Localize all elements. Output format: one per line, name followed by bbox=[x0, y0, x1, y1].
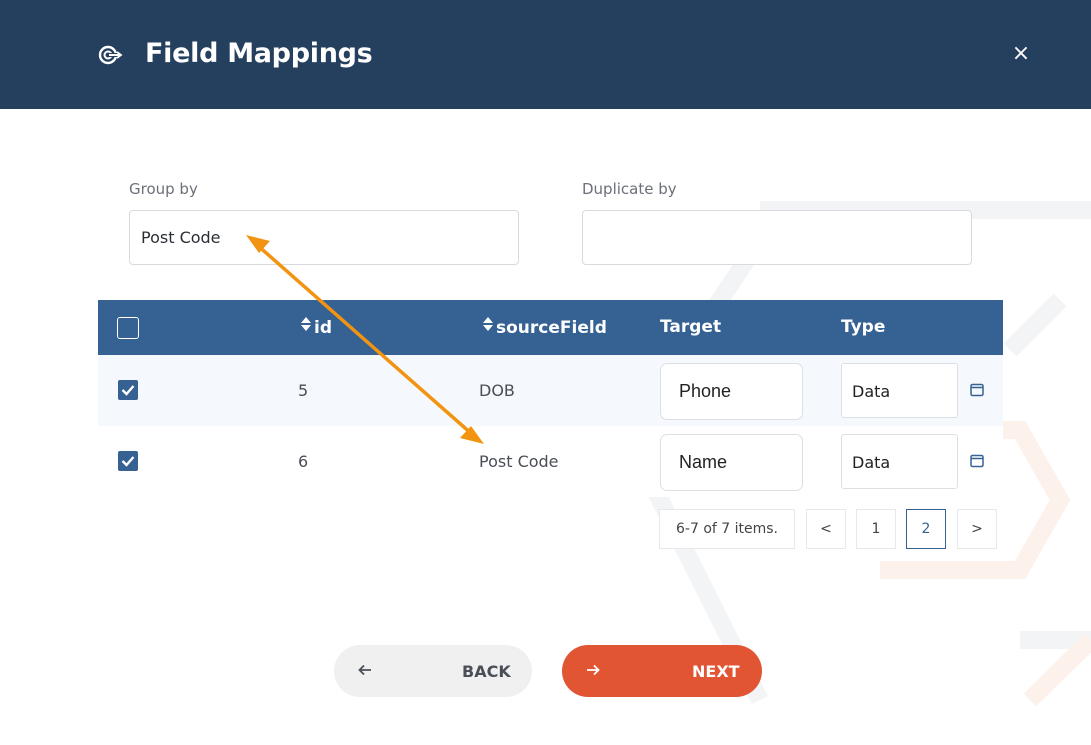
arrow-right-icon bbox=[587, 664, 600, 676]
checkmark-icon bbox=[121, 385, 135, 396]
row-checkbox[interactable] bbox=[118, 451, 138, 471]
calendar-icon[interactable] bbox=[970, 454, 984, 468]
select-all-checkbox[interactable] bbox=[117, 317, 139, 339]
column-header-target: Target bbox=[660, 317, 722, 337]
row-checkbox[interactable] bbox=[118, 380, 138, 400]
cell-id: 6 bbox=[298, 452, 309, 471]
target-field-input[interactable]: Name bbox=[660, 434, 803, 491]
target-field-input[interactable]: Phone bbox=[660, 363, 803, 420]
sort-icon bbox=[301, 317, 311, 331]
modal-title: Field Mappings bbox=[145, 38, 373, 69]
cell-source-field: Post Code bbox=[479, 452, 559, 471]
type-field-input[interactable]: Data bbox=[841, 434, 958, 489]
table-header: id sourceField Target Type bbox=[98, 300, 1003, 355]
next-button-label: NEXT bbox=[692, 662, 740, 681]
group-by-label: Group by bbox=[129, 180, 198, 198]
group-by-input[interactable] bbox=[129, 210, 519, 265]
type-field-input[interactable]: Data bbox=[841, 363, 958, 418]
table-row: 5 DOB Phone Data bbox=[98, 355, 1003, 426]
duplicate-by-label: Duplicate by bbox=[582, 180, 677, 198]
cell-source-field: DOB bbox=[479, 381, 515, 400]
checkmark-icon bbox=[121, 456, 135, 467]
calendar-icon[interactable] bbox=[970, 383, 984, 397]
pager-prev-button[interactable]: < bbox=[806, 509, 846, 549]
back-button[interactable]: BACK bbox=[334, 645, 532, 697]
pager-info: 6-7 of 7 items. bbox=[659, 509, 795, 549]
duplicate-by-input[interactable] bbox=[582, 210, 972, 265]
next-button[interactable]: NEXT bbox=[562, 645, 762, 697]
arrow-left-icon bbox=[358, 664, 371, 676]
column-header-id[interactable]: id bbox=[301, 317, 332, 338]
cell-id: 5 bbox=[298, 381, 309, 400]
close-icon[interactable]: × bbox=[1010, 41, 1032, 67]
column-label: id bbox=[314, 318, 332, 338]
table-row: 6 Post Code Name Data bbox=[98, 426, 1003, 497]
sort-icon bbox=[483, 317, 493, 331]
pager-next-button[interactable]: > bbox=[957, 509, 997, 549]
column-label: sourceField bbox=[496, 318, 607, 338]
pager-page-1[interactable]: 1 bbox=[856, 509, 896, 549]
target-mapping-icon bbox=[98, 45, 123, 65]
pager-page-2[interactable]: 2 bbox=[906, 509, 946, 549]
column-header-sourcefield[interactable]: sourceField bbox=[483, 317, 607, 338]
modal-header: Field Mappings × bbox=[0, 0, 1091, 109]
column-header-type: Type bbox=[841, 317, 886, 337]
back-button-label: BACK bbox=[462, 662, 511, 681]
